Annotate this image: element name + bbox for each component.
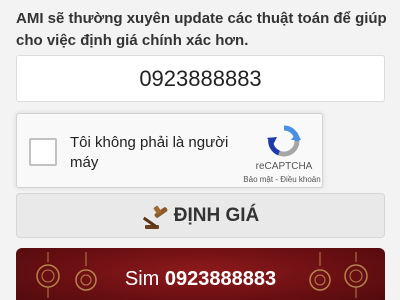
- intro-text: AMI sẽ thường xuyên update các thuật toá…: [16, 10, 387, 49]
- page: AMI sẽ thường xuyên update các thuật toá…: [0, 0, 400, 300]
- sim-number: 0923888883: [164, 268, 277, 290]
- sim-result-card: Sim 0923888883: [16, 248, 385, 300]
- valuate-button[interactable]: ĐỊNH GIÁ: [16, 193, 385, 238]
- recaptcha-logo-icon: [267, 125, 301, 157]
- recaptcha-widget: Tôi không phải là người máy reCAPTCHA Bả…: [16, 113, 323, 188]
- recaptcha-brand: reCAPTCHA: [255, 161, 313, 172]
- gavel-icon: [142, 205, 168, 229]
- recaptcha-checkbox[interactable]: [29, 138, 57, 166]
- phone-number-input[interactable]: [17, 56, 384, 101]
- recaptcha-label: Tôi không phải là người máy: [70, 134, 229, 171]
- recaptcha-terms-link[interactable]: Điều khoản: [280, 175, 320, 184]
- recaptcha-links: Bảo mật - Điều khoản: [234, 175, 330, 184]
- phone-number-field[interactable]: [16, 55, 385, 102]
- recaptcha-privacy-link[interactable]: Bảo mật: [243, 175, 273, 184]
- sim-prefix: Sim: [124, 268, 160, 290]
- sim-title: Sim 0923888883: [16, 268, 385, 291]
- valuate-button-label: ĐỊNH GIÁ: [173, 204, 260, 226]
